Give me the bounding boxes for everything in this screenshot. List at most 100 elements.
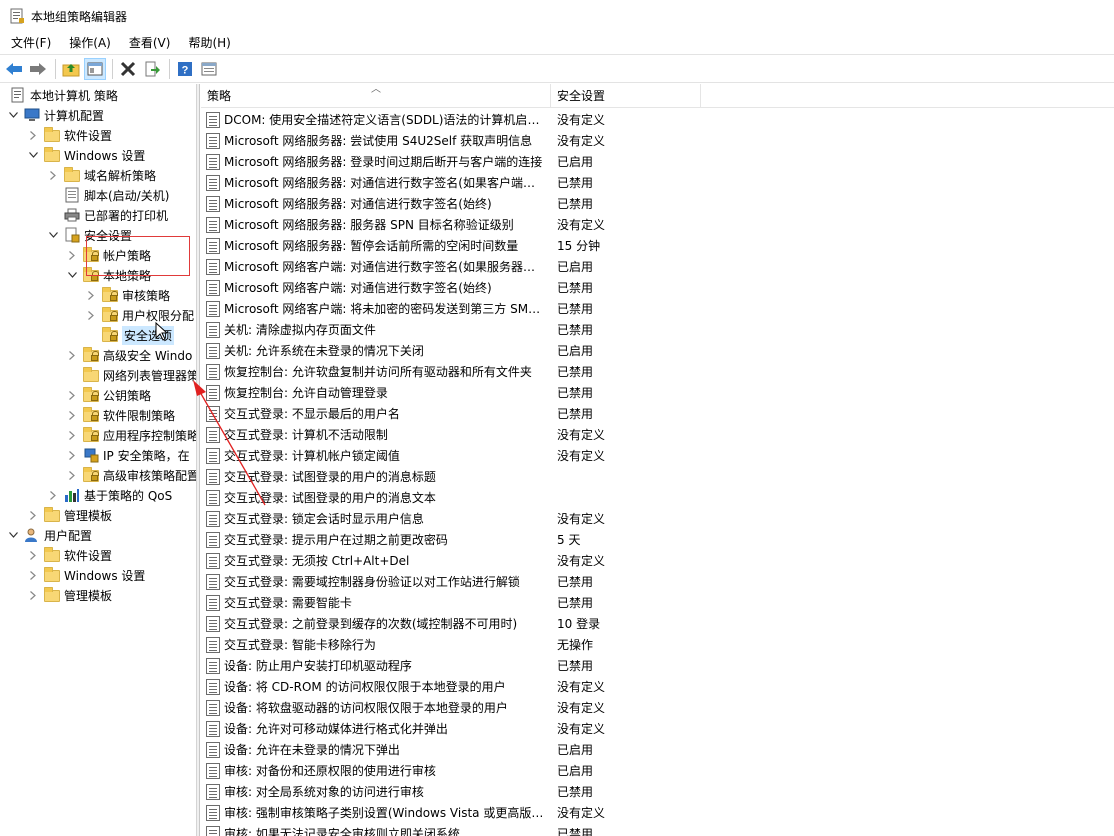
chevron-right-icon[interactable] xyxy=(28,590,38,600)
policy-row[interactable]: 交互式登录: 提示用户在过期之前更改密码 5 天 xyxy=(201,529,1114,550)
policy-row[interactable]: Microsoft 网络服务器: 尝试使用 S4U2Self 获取声明信息 没有定… xyxy=(201,130,1114,151)
policy-row[interactable]: Microsoft 网络服务器: 对通信进行数字签名(如果客户端允... 已禁用 xyxy=(201,172,1114,193)
chevron-right-icon[interactable] xyxy=(67,390,77,400)
policy-row[interactable]: 交互式登录: 试图登录的用户的消息标题 xyxy=(201,466,1114,487)
policy-row[interactable]: DCOM: 使用安全描述符定义语言(SDDL)语法的计算机启动... 没有定义 xyxy=(201,109,1114,130)
tree-item[interactable]: 基于策略的 QoS xyxy=(48,485,172,505)
policy-row[interactable]: 交互式登录: 锁定会话时显示用户信息 没有定义 xyxy=(201,508,1114,529)
tree-item[interactable]: 脚本(启动/关机) xyxy=(48,185,169,205)
forward-icon[interactable] xyxy=(27,58,49,80)
lock-folder-icon xyxy=(83,427,99,443)
help-icon[interactable]: ? xyxy=(174,58,196,80)
chevron-right-icon[interactable] xyxy=(48,490,58,500)
menu-file[interactable]: 文件(F) xyxy=(4,32,58,54)
tree-item[interactable]: 本地计算机 策略 xyxy=(8,85,118,105)
policy-row[interactable]: Microsoft 网络客户端: 将未加密的密码发送到第三方 SMB... 已禁用 xyxy=(201,298,1114,319)
tree-item[interactable]: Windows 设置 xyxy=(28,145,145,165)
tree-item[interactable]: 管理模板 xyxy=(28,505,112,525)
tree-item[interactable]: 软件设置 xyxy=(28,125,112,145)
tree-item[interactable]: 应用程序控制策略 xyxy=(67,425,196,445)
menu-action[interactable]: 操作(A) xyxy=(62,32,118,54)
tree-item[interactable]: 用户权限分配 xyxy=(86,305,194,325)
security-setting-value: 已启用 xyxy=(557,155,594,169)
policy-row[interactable]: 审核: 如果无法记录安全审核则立即关闭系统 已禁用 xyxy=(201,823,1114,836)
policy-row[interactable]: 设备: 防止用户安装打印机驱动程序 已禁用 xyxy=(201,655,1114,676)
chevron-right-icon[interactable] xyxy=(67,450,77,460)
tree-item[interactable]: Windows 设置 xyxy=(28,565,145,585)
menu-view[interactable]: 查看(V) xyxy=(122,32,178,54)
policy-row[interactable]: 交互式登录: 试图登录的用户的消息文本 xyxy=(201,487,1114,508)
policy-row[interactable]: 审核: 对备份和还原权限的使用进行审核 已启用 xyxy=(201,760,1114,781)
delete-icon[interactable] xyxy=(117,58,139,80)
chevron-down-icon[interactable] xyxy=(28,150,38,160)
tree-item[interactable]: 软件限制策略 xyxy=(67,405,175,425)
policy-row[interactable]: 恢复控制台: 允许软盘复制并访问所有驱动器和所有文件夹 已禁用 xyxy=(201,361,1114,382)
tree-item[interactable]: 审核策略 xyxy=(86,285,170,305)
policy-row[interactable]: Microsoft 网络服务器: 服务器 SPN 目标名称验证级别 没有定义 xyxy=(201,214,1114,235)
policy-row[interactable]: 审核: 对全局系统对象的访问进行审核 已禁用 xyxy=(201,781,1114,802)
back-icon[interactable] xyxy=(3,58,25,80)
chevron-right-icon[interactable] xyxy=(67,410,77,420)
tree-item[interactable]: IP 安全策略，在 xyxy=(67,445,190,465)
chevron-right-icon[interactable] xyxy=(67,470,77,480)
chevron-right-icon[interactable] xyxy=(67,430,77,440)
chevron-right-icon[interactable] xyxy=(67,250,77,260)
tree-item[interactable]: 高级审核策略配置 xyxy=(67,465,196,485)
policy-row[interactable]: 关机: 允许系统在未登录的情况下关闭 已启用 xyxy=(201,340,1114,361)
chevron-down-icon[interactable] xyxy=(67,270,77,280)
tree-item[interactable]: 高级安全 Windo xyxy=(67,345,192,365)
column-header-security-setting[interactable]: 安全设置 xyxy=(551,84,701,108)
chevron-right-icon[interactable] xyxy=(86,290,96,300)
console-tree[interactable]: 本地计算机 策略 计算机配置 软件设置 Windows 设置 域名解析策略 脚本(启动/关… xyxy=(0,84,197,836)
policy-row[interactable]: 交互式登录: 之前登录到缓存的次数(域控制器不可用时) 10 登录 xyxy=(201,613,1114,634)
policy-row[interactable]: 关机: 清除虚拟内存页面文件 已禁用 xyxy=(201,319,1114,340)
policy-row[interactable]: 设备: 将软盘驱动器的访问权限仅限于本地登录的用户 没有定义 xyxy=(201,697,1114,718)
show-hide-tree-icon[interactable] xyxy=(84,57,106,80)
policy-row[interactable]: 设备: 允许在未登录的情况下弹出 已启用 xyxy=(201,739,1114,760)
properties-icon[interactable] xyxy=(198,58,220,80)
policy-document-icon xyxy=(205,531,221,548)
column-header-policy[interactable]: 策略 ︿ xyxy=(201,84,551,108)
tree-item[interactable]: 用户配置 xyxy=(8,525,92,545)
chevron-right-icon[interactable] xyxy=(48,170,58,180)
policy-row[interactable]: 交互式登录: 智能卡移除行为 无操作 xyxy=(201,634,1114,655)
tree-item[interactable]: 已部署的打印机 xyxy=(48,205,168,225)
policy-row[interactable]: 交互式登录: 需要智能卡 已禁用 xyxy=(201,592,1114,613)
policy-row[interactable]: Microsoft 网络客户端: 对通信进行数字签名(始终) 已禁用 xyxy=(201,277,1114,298)
policy-document-icon xyxy=(205,300,221,317)
policy-row[interactable]: 恢复控制台: 允许自动管理登录 已禁用 xyxy=(201,382,1114,403)
chevron-right-icon[interactable] xyxy=(67,350,77,360)
chevron-down-icon[interactable] xyxy=(48,230,58,240)
tree-item[interactable]: 计算机配置 xyxy=(8,105,104,125)
chevron-right-icon[interactable] xyxy=(28,570,38,580)
chevron-right-icon[interactable] xyxy=(28,130,38,140)
policy-row[interactable]: Microsoft 网络服务器: 对通信进行数字签名(始终) 已禁用 xyxy=(201,193,1114,214)
policy-row[interactable]: 交互式登录: 不显示最后的用户名 已禁用 xyxy=(201,403,1114,424)
chevron-down-icon[interactable] xyxy=(8,530,18,540)
policy-row[interactable]: 审核: 强制审核策略子类别设置(Windows Vista 或更高版本... 没有… xyxy=(201,802,1114,823)
policy-row[interactable]: Microsoft 网络客户端: 对通信进行数字签名(如果服务器允... 已启用 xyxy=(201,256,1114,277)
security-setting-value: 已禁用 xyxy=(557,302,594,316)
pane-splitter[interactable] xyxy=(197,84,200,836)
tree-item-label: 脚本(启动/关机) xyxy=(84,188,170,203)
policy-row[interactable]: 交互式登录: 无须按 Ctrl+Alt+Del 没有定义 xyxy=(201,550,1114,571)
tree-item[interactable]: 管理模板 xyxy=(28,585,112,605)
policy-row[interactable]: Microsoft 网络服务器: 暂停会话前所需的空闲时间数量 15 分钟 xyxy=(201,235,1114,256)
policy-row[interactable]: 交互式登录: 需要域控制器身份验证以对工作站进行解锁 已禁用 xyxy=(201,571,1114,592)
menu-help[interactable]: 帮助(H) xyxy=(181,32,237,54)
chevron-right-icon[interactable] xyxy=(28,550,38,560)
export-list-icon[interactable] xyxy=(141,58,163,80)
chevron-right-icon[interactable] xyxy=(28,510,38,520)
tree-item[interactable]: 公钥策略 xyxy=(67,385,151,405)
policy-row[interactable]: 设备: 允许对可移动媒体进行格式化并弹出 没有定义 xyxy=(201,718,1114,739)
policy-row[interactable]: Microsoft 网络服务器: 登录时间过期后断开与客户端的连接 已启用 xyxy=(201,151,1114,172)
up-folder-icon[interactable] xyxy=(60,58,82,80)
chevron-right-icon[interactable] xyxy=(86,310,96,320)
policy-row[interactable]: 交互式登录: 计算机帐户锁定阈值 没有定义 xyxy=(201,445,1114,466)
tree-item[interactable]: 软件设置 xyxy=(28,545,112,565)
chevron-down-icon[interactable] xyxy=(8,110,18,120)
policy-row[interactable]: 交互式登录: 计算机不活动限制 没有定义 xyxy=(201,424,1114,445)
tree-item[interactable]: 域名解析策略 xyxy=(48,165,156,185)
tree-item[interactable]: 网络列表管理器策 xyxy=(67,365,196,385)
policy-row[interactable]: 设备: 将 CD-ROM 的访问权限仅限于本地登录的用户 没有定义 xyxy=(201,676,1114,697)
